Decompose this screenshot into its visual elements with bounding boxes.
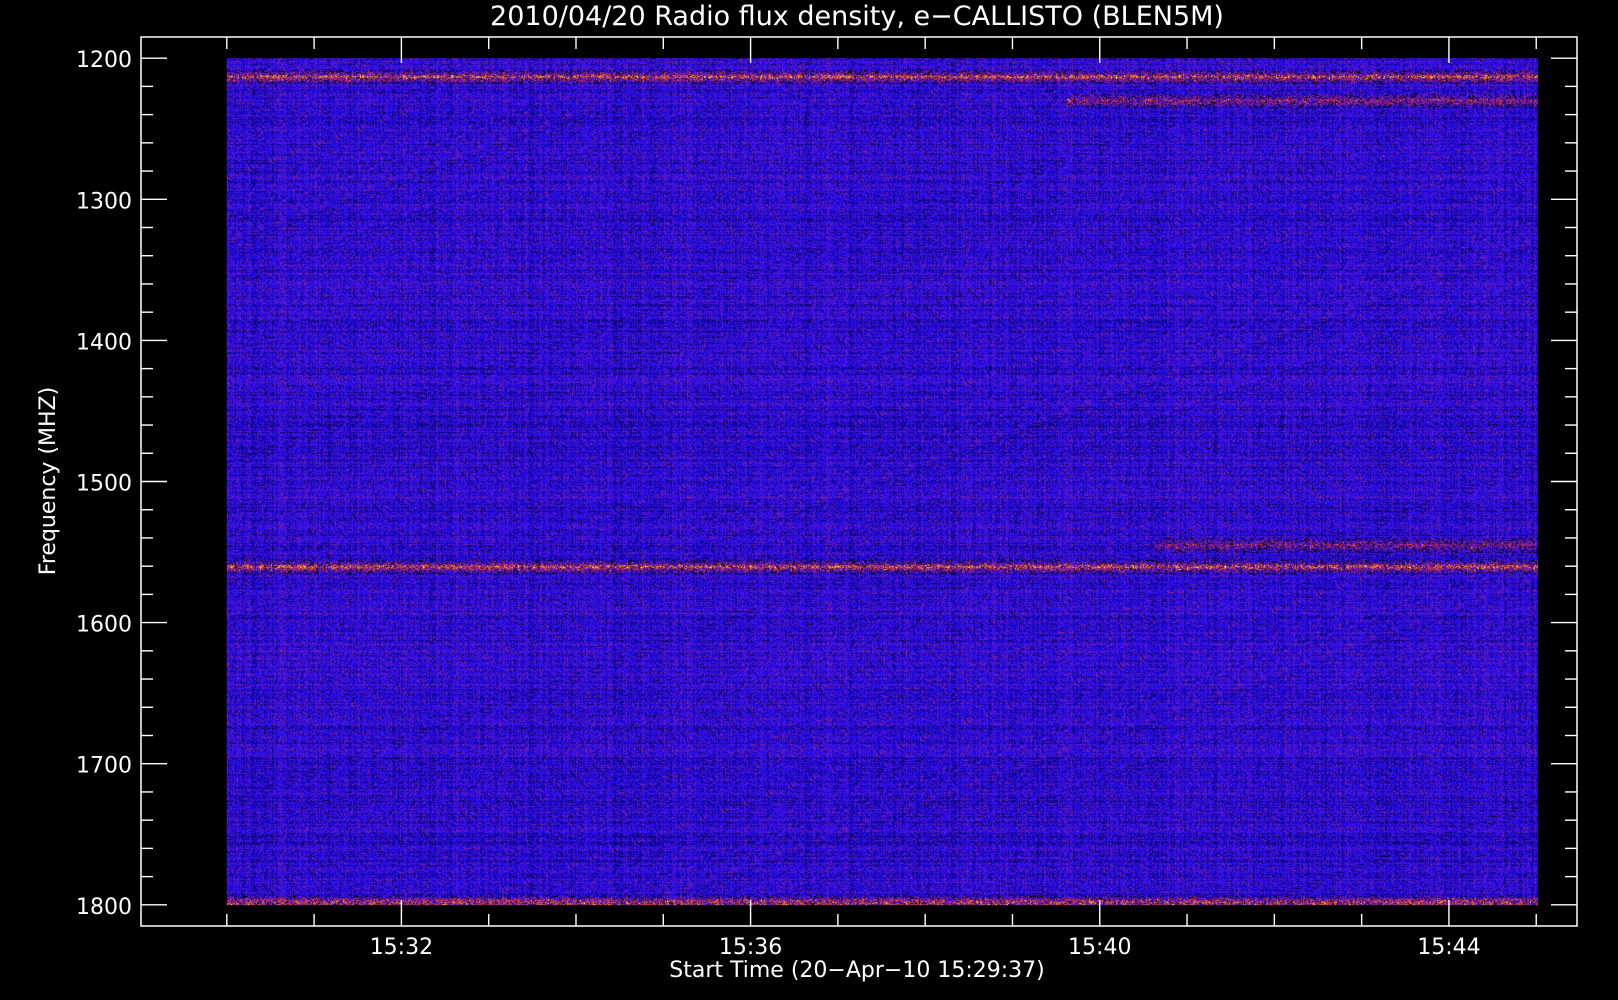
- y-tick-label: 1600: [76, 613, 132, 638]
- x-tick-label: 15:32: [370, 935, 433, 960]
- y-tick-label: 1500: [76, 472, 132, 497]
- y-tick-label: 1200: [76, 48, 132, 73]
- heatmap-layer: [226, 58, 1538, 906]
- spectrogram-image: [226, 58, 1538, 906]
- y-tick-label: 1400: [76, 330, 132, 355]
- spectrogram-chart: 1200 1300 1400 1500 1600 1700 1800 15:32 15:36 15…: [0, 0, 1618, 1000]
- y-tick-label: 1800: [76, 895, 132, 920]
- y-axis-label: Frequency (MHZ): [36, 387, 61, 575]
- x-tick-label: 15:40: [1068, 935, 1131, 960]
- y-tick-label: 1300: [76, 189, 132, 214]
- y-tick-label: 1700: [76, 754, 132, 779]
- chart-title: 2010/04/20 Radio flux density, e−CALLIST…: [490, 1, 1224, 32]
- x-tick-label: 15:36: [719, 935, 782, 960]
- x-tick-label: 15:44: [1417, 935, 1480, 960]
- x-axis-label: Start Time (20−Apr−10 15:29:37): [669, 958, 1044, 983]
